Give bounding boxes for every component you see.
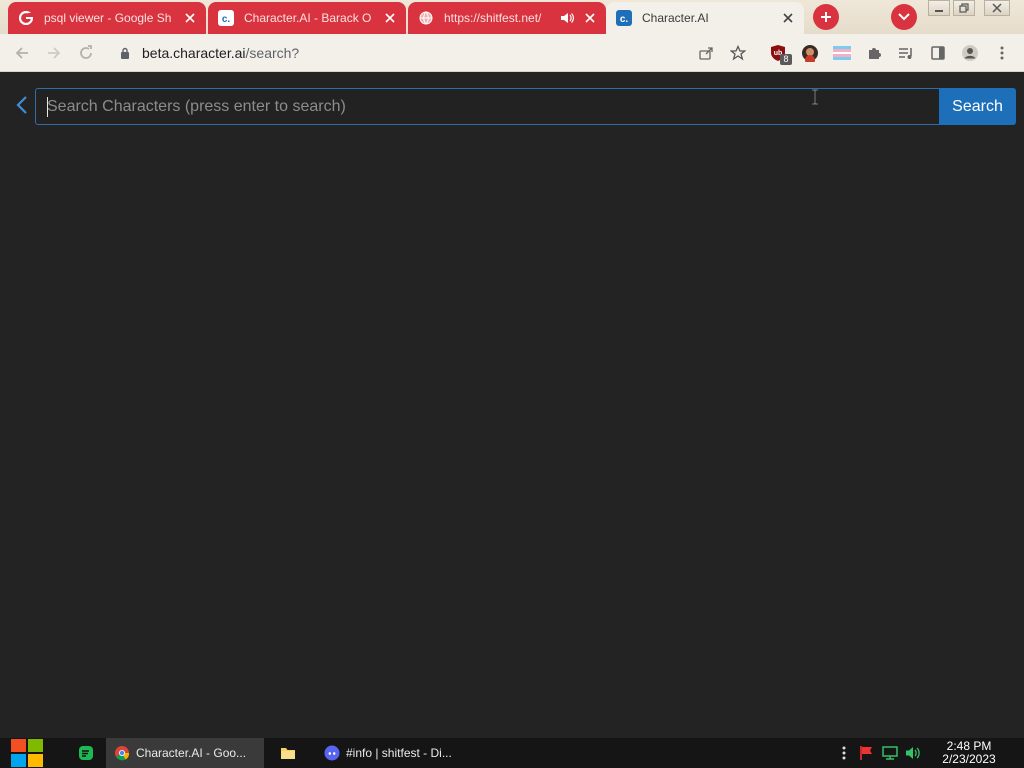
page-content: Search bbox=[0, 73, 1024, 738]
tab-shitfest[interactable]: https://shitfest.net/ bbox=[408, 2, 606, 34]
system-clock[interactable]: 2:48 PM 2/23/2023 bbox=[936, 740, 1002, 766]
text-caret bbox=[47, 97, 48, 117]
close-icon bbox=[992, 3, 1002, 13]
character-ai-icon: c. bbox=[616, 10, 632, 26]
star-icon[interactable] bbox=[728, 43, 748, 63]
chevron-down-icon bbox=[898, 13, 910, 21]
extension-badge: 8 bbox=[780, 54, 792, 65]
plus-icon bbox=[820, 11, 832, 23]
globe-icon bbox=[418, 10, 434, 26]
clock-date: 2/23/2023 bbox=[942, 752, 996, 766]
taskbar-app-explorer[interactable] bbox=[272, 738, 310, 768]
menu-icon[interactable] bbox=[992, 43, 1012, 63]
taskbar-app-label: Character.AI - Goo... bbox=[136, 746, 247, 760]
tab-title: https://shitfest.net/ bbox=[444, 11, 542, 25]
taskbar-app-chrome[interactable]: Character.AI - Goo... bbox=[106, 738, 264, 768]
puzzle-icon[interactable] bbox=[864, 43, 884, 63]
address-bar[interactable]: beta.character.ai/search? bbox=[110, 38, 760, 68]
minimize-icon bbox=[934, 3, 944, 13]
sidepanel-icon[interactable] bbox=[928, 43, 948, 63]
tab-title: Character.AI bbox=[642, 11, 709, 25]
restore-icon bbox=[959, 3, 969, 13]
windows-logo-icon bbox=[11, 739, 43, 767]
restore-button[interactable] bbox=[953, 0, 975, 16]
close-icon[interactable] bbox=[182, 10, 198, 26]
tab-character-ai-barack[interactable]: c. Character.AI - Barack O bbox=[208, 2, 406, 34]
speaker-icon[interactable] bbox=[560, 10, 576, 26]
reload-icon[interactable] bbox=[76, 43, 96, 63]
google-icon bbox=[18, 10, 34, 26]
media-icon[interactable] bbox=[896, 43, 916, 63]
svg-text:c.: c. bbox=[620, 14, 629, 25]
back-icon[interactable] bbox=[12, 43, 32, 63]
taskbar: Character.AI - Goo... #info | shitfest -… bbox=[0, 738, 1024, 768]
share-icon[interactable] bbox=[696, 43, 716, 63]
svg-text:c.: c. bbox=[222, 14, 231, 25]
back-button[interactable] bbox=[12, 93, 32, 117]
mouse-cursor bbox=[810, 89, 820, 105]
url-host: beta.character.ai bbox=[142, 45, 246, 61]
avatar-ext-icon[interactable] bbox=[800, 43, 820, 63]
url-path: /search? bbox=[245, 45, 300, 61]
minimize-button[interactable] bbox=[928, 0, 950, 16]
start-button[interactable] bbox=[10, 738, 44, 768]
taskbar-app-discord[interactable]: #info | shitfest - Di... bbox=[316, 738, 472, 768]
taskbar-app-spotify[interactable] bbox=[70, 738, 108, 768]
chrome-icon bbox=[114, 745, 130, 761]
app-icon bbox=[78, 745, 94, 761]
character-ai-icon: c. bbox=[218, 10, 234, 26]
tab-strip: psql viewer - Google Sh c. Character.AI … bbox=[0, 0, 1024, 34]
folder-icon bbox=[280, 745, 296, 761]
network-icon[interactable] bbox=[882, 745, 898, 761]
url-text: beta.character.ai/search? bbox=[142, 45, 299, 61]
tab-search-button[interactable] bbox=[891, 4, 917, 30]
tab-title: Character.AI - Barack O bbox=[244, 11, 372, 25]
search-input[interactable] bbox=[35, 88, 940, 125]
taskbar-app-label: #info | shitfest - Di... bbox=[346, 746, 452, 760]
close-icon[interactable] bbox=[780, 10, 796, 26]
lock-icon[interactable] bbox=[120, 46, 134, 60]
overflow-icon[interactable] bbox=[836, 745, 852, 761]
chevron-left-icon bbox=[16, 95, 28, 115]
tab-character-ai[interactable]: c. Character.AI bbox=[606, 2, 804, 34]
forward-icon[interactable] bbox=[44, 43, 64, 63]
new-tab-button[interactable] bbox=[813, 4, 839, 30]
close-icon[interactable] bbox=[382, 10, 398, 26]
discord-icon bbox=[324, 745, 340, 761]
browser-toolbar: beta.character.ai/search? ub 8 bbox=[0, 34, 1024, 72]
tab-psql-viewer[interactable]: psql viewer - Google Sh bbox=[8, 2, 206, 34]
flag-icon[interactable] bbox=[859, 745, 875, 761]
close-window-button[interactable] bbox=[984, 0, 1010, 16]
search-button[interactable]: Search bbox=[939, 88, 1016, 125]
close-icon[interactable] bbox=[582, 10, 598, 26]
tab-title: psql viewer - Google Sh bbox=[44, 11, 172, 25]
flag-ext-icon[interactable] bbox=[832, 43, 852, 63]
volume-icon[interactable] bbox=[905, 745, 921, 761]
profile-icon[interactable] bbox=[960, 43, 980, 63]
